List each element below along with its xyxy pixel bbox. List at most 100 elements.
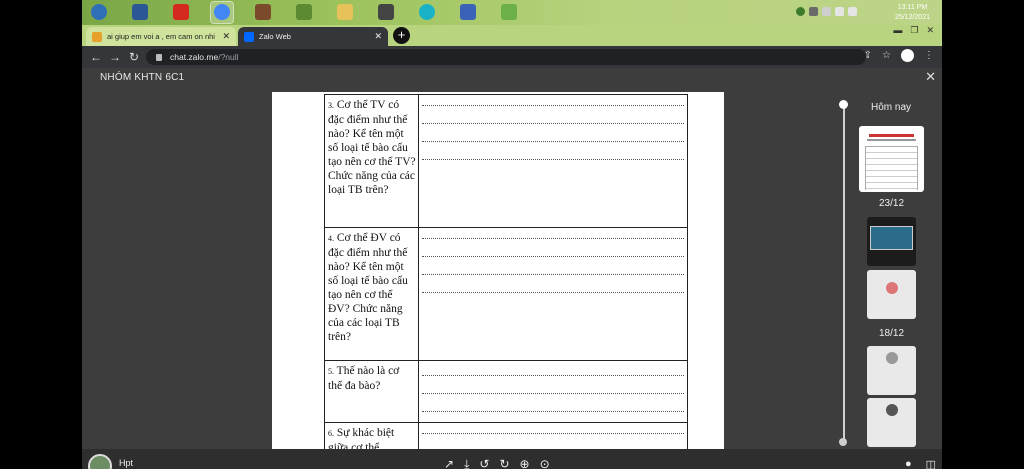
tab-zalo-web[interactable]: Zalo Web ✕ [238, 27, 388, 46]
screen: 13:11 PM 25/12/2021 ai giup em voi a , e… [82, 0, 942, 469]
close-tab-icon[interactable]: ✕ [374, 31, 382, 42]
opera-icon[interactable] [170, 2, 192, 23]
rotate-right-icon[interactable]: ↻ [499, 457, 509, 469]
worksheet-row: 6. Sự khác biệt giữa cơ thể [324, 422, 688, 449]
viewer-title: NHÓM KHTN 6C1 [100, 72, 185, 83]
answer-cell [418, 360, 688, 423]
letterbox-right [942, 0, 1024, 469]
question-cell: 6. Sự khác biệt giữa cơ thể [324, 422, 419, 449]
document-image: 3. Cơ thể TV có đặc điểm như thế nào? Kể… [272, 92, 724, 449]
new-tab-button[interactable]: + [393, 27, 410, 44]
answer-dotted-line [422, 411, 684, 412]
word-icon[interactable] [129, 2, 151, 23]
viewer-bottom-bar: Hpt ↗ ⤓ ↺ ↻ ⊕ ⊙ ● ◫ [82, 449, 942, 469]
thumbnail-photo-1[interactable] [867, 270, 916, 319]
toolbar-actions: ⇪ ☆ ⋮ [864, 49, 934, 62]
close-window-icon[interactable]: ✕ [926, 25, 934, 36]
timeline-end [839, 438, 847, 446]
zoom-in-icon[interactable]: ⊕ [520, 457, 530, 469]
hoc247-favicon-icon [92, 31, 102, 42]
sender-avatar[interactable] [88, 454, 112, 469]
worksheet-table: 3. Cơ thể TV có đặc điểm như thế nào? Kể… [324, 94, 688, 449]
thumbnail-screenshot[interactable] [867, 217, 916, 266]
windows-taskbar: 13:11 PM 25/12/2021 [82, 0, 942, 25]
sidebar-toggle-icon[interactable]: ◫ [926, 458, 936, 469]
answer-dotted-line [422, 141, 684, 142]
tab-title: ai giup em voi a , em cam on nhi [107, 32, 215, 41]
url-host: chat.zalo.me [170, 52, 219, 62]
network-icon[interactable] [796, 7, 805, 16]
thumbnail-worksheet[interactable] [859, 126, 924, 192]
reload-icon[interactable]: ↻ [129, 49, 139, 65]
image-tools: ↗ ⤓ ↺ ↻ ⊕ ⊙ [444, 457, 550, 469]
profile-avatar-icon[interactable] [901, 49, 914, 62]
game-icon[interactable] [252, 2, 274, 23]
share-icon[interactable]: ⇪ [864, 50, 872, 61]
answer-cell [418, 227, 688, 361]
answer-dotted-line [422, 123, 684, 124]
system-clock[interactable]: 13:11 PM 25/12/2021 [895, 3, 930, 23]
answer-dotted-line [422, 256, 684, 257]
game3-icon[interactable] [498, 2, 520, 23]
browser-tab-strip: ai giup em voi a , em cam on nhi ✕ Zalo … [82, 25, 942, 46]
question-text: Cơ thể ĐV có đặc điểm như thế nào? Kể tê… [328, 232, 408, 343]
chrome-icon[interactable] [210, 1, 234, 24]
worksheet-row: 5. Thế nào là cơ thể đa bào? [324, 360, 688, 423]
close-tab-icon[interactable]: ✕ [222, 31, 230, 42]
share-arrow-icon[interactable]: ↗ [444, 457, 454, 469]
answer-cell [418, 422, 688, 449]
answer-dotted-line [422, 393, 684, 394]
browser-toolbar: ← → ↻ chat.zalo.me/?null ⇪ ☆ ⋮ [82, 46, 942, 68]
window-controls: ▬ ❐ ✕ [893, 25, 934, 36]
lock-icon [156, 54, 162, 61]
forward-arrow-icon[interactable]: → [109, 49, 121, 65]
question-cell: 3. Cơ thể TV có đặc điểm như thế nào? Kể… [324, 94, 419, 228]
thumbnail-photo-2[interactable] [867, 346, 916, 395]
original-size-icon[interactable]: ⊙ [540, 457, 550, 469]
worksheet-row: 4. Cơ thể ĐV có đặc điểm như thế nào? Kể… [324, 227, 688, 361]
viewer-right-tools: ● ◫ [905, 458, 936, 469]
folder-icon[interactable] [334, 2, 356, 23]
browser-icon[interactable] [416, 2, 438, 23]
timeline-track [843, 104, 845, 440]
sender-name: Hpt [119, 458, 134, 468]
minimize-icon[interactable]: ▬ [893, 25, 902, 36]
start-orb-icon[interactable] [88, 2, 110, 23]
answer-dotted-line [422, 375, 684, 376]
signal-icon[interactable] [848, 7, 857, 16]
timeline-handle[interactable] [839, 100, 848, 109]
flag-icon[interactable] [822, 7, 831, 16]
game2-icon[interactable] [375, 2, 397, 23]
question-text: Cơ thể TV có đặc điểm như thế nào? Kể tê… [328, 99, 416, 196]
close-viewer-icon[interactable]: ✕ [925, 69, 936, 85]
control-panel-icon[interactable] [457, 2, 479, 23]
download-icon[interactable]: ⤓ [464, 457, 469, 469]
tab-title: Zalo Web [259, 32, 291, 41]
thumbnail-photo-3[interactable] [867, 398, 916, 447]
question-cell: 4. Cơ thể ĐV có đặc điểm như thế nào? Kể… [324, 227, 419, 361]
question-text: Thế nào là cơ thể đa bào? [328, 365, 400, 392]
bookmark-star-icon[interactable]: ☆ [882, 50, 891, 61]
volume-icon[interactable] [835, 7, 844, 16]
rotate-left-icon[interactable]: ↺ [479, 457, 489, 469]
answer-dotted-line [422, 238, 684, 239]
address-bar[interactable]: chat.zalo.me/?null [146, 49, 866, 65]
back-arrow-icon[interactable]: ← [90, 49, 102, 65]
restore-icon[interactable]: ❐ [910, 25, 918, 36]
question-cell: 5. Thế nào là cơ thể đa bào? [324, 360, 419, 423]
question-number: 6. [328, 429, 334, 438]
zalo-favicon-icon [244, 31, 254, 42]
clock-date: 25/12/2021 [894, 14, 930, 21]
question-number: 4. [328, 234, 334, 243]
system-tray: 13:11 PM 25/12/2021 [796, 2, 936, 23]
tab-ai-giup[interactable]: ai giup em voi a , em cam on nhi ✕ [86, 27, 236, 46]
url-path: /?null [218, 52, 239, 62]
pen-icon[interactable] [809, 7, 818, 16]
menu-dots-icon[interactable]: ⋮ [924, 50, 934, 61]
question-number: 3. [328, 101, 334, 110]
worksheet-row: 3. Cơ thể TV có đặc điểm như thế nào? Kể… [324, 94, 688, 228]
more-icon[interactable]: ● [905, 458, 912, 469]
minecraft-icon[interactable] [293, 2, 315, 23]
timeline-label-1812: 18/12 [879, 328, 905, 339]
image-viewer: NHÓM KHTN 6C1 ✕ 3. Cơ thể TV có đặc điểm… [82, 68, 942, 469]
